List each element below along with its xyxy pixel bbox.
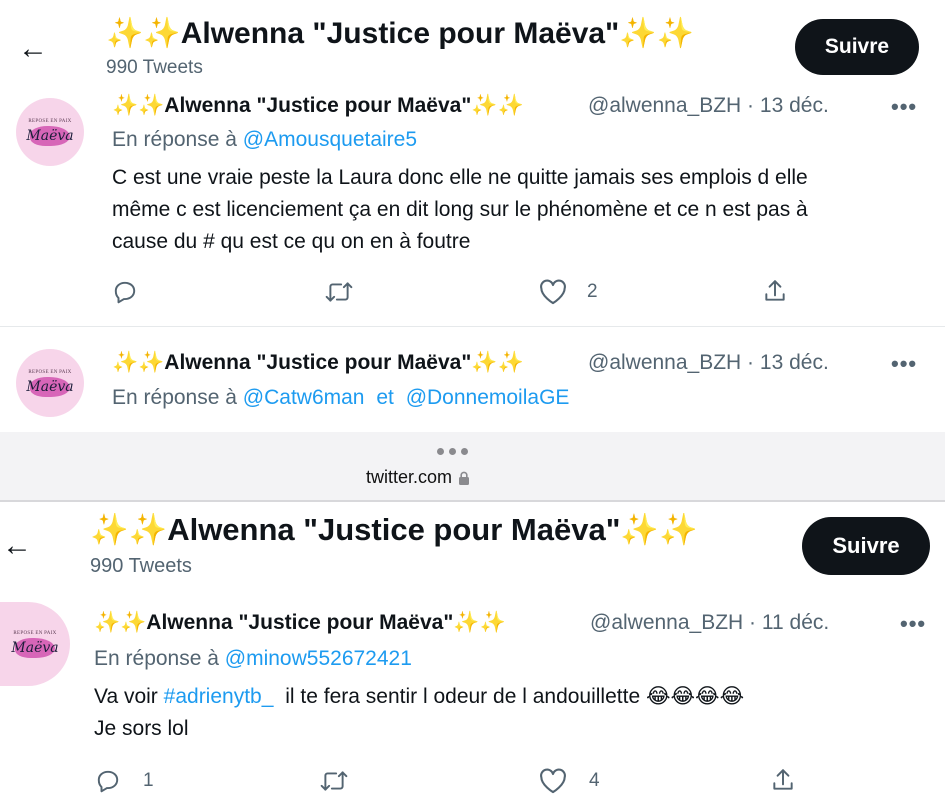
avatar-script: Maëva bbox=[11, 639, 59, 656]
profile-name: ✨✨Alwenna "Justice pour Maëva"✨✨ bbox=[106, 17, 694, 50]
reply-prefix: En réponse à bbox=[112, 386, 237, 409]
avatar-script: Maëva bbox=[26, 127, 74, 144]
tweet-author-name[interactable]: ✨✨Alwenna "Justice pour Maëva"✨✨ bbox=[112, 351, 524, 375]
reply-button[interactable]: 1 bbox=[95, 768, 154, 794]
browser-domain[interactable]: twitter.com bbox=[366, 467, 470, 488]
tweet-text-line: Je sors lol bbox=[94, 717, 189, 740]
hashtag-link[interactable]: #adrienytb_ bbox=[164, 685, 274, 708]
reply-prefix: En réponse à bbox=[112, 128, 237, 151]
browser-menu-dots-icon[interactable] bbox=[437, 448, 468, 455]
like-count: 2 bbox=[587, 281, 598, 302]
like-count: 4 bbox=[589, 770, 600, 791]
reply-connector: et bbox=[376, 386, 394, 409]
tweet-author-name[interactable]: ✨✨Alwenna "Justice pour Maëva"✨✨ bbox=[94, 611, 506, 635]
retweet-button[interactable] bbox=[325, 279, 353, 305]
back-arrow-icon[interactable]: ← bbox=[2, 531, 32, 561]
mention-link[interactable]: @DonnemoilaGE bbox=[406, 386, 570, 409]
tweet-text-pre: Va voir bbox=[94, 685, 158, 708]
retweet-button[interactable] bbox=[320, 768, 348, 794]
avatar-blob: Maëva bbox=[11, 637, 59, 658]
share-button[interactable] bbox=[770, 767, 796, 793]
mention-link[interactable]: @Amousquetaire5 bbox=[243, 128, 417, 151]
reply-prefix: En réponse à bbox=[94, 647, 219, 670]
more-options-icon[interactable]: ••• bbox=[900, 611, 926, 637]
avatar-caption: REPOSE EN PAIX bbox=[28, 369, 72, 375]
share-icon bbox=[773, 769, 793, 790]
tweet-divider bbox=[0, 326, 945, 327]
reply-context: En réponse à @Amousquetaire5 bbox=[112, 128, 417, 152]
avatar[interactable]: REPOSE EN PAIX Maëva bbox=[0, 602, 70, 686]
tweet-count: 990 Tweets bbox=[90, 555, 192, 577]
avatar[interactable]: REPOSE EN PAIX Maëva bbox=[16, 349, 84, 417]
avatar-caption: REPOSE EN PAIX bbox=[13, 630, 57, 636]
back-arrow-icon[interactable]: ← bbox=[18, 34, 48, 64]
retweet-icon bbox=[320, 771, 348, 791]
follow-button[interactable]: Suivre bbox=[795, 19, 919, 75]
reply-icon bbox=[97, 770, 119, 793]
tweet-handle-date[interactable]: @alwenna_BZH · 13 déc. bbox=[588, 94, 829, 118]
reply-context: En réponse à @Catw6man et @DonnemoilaGE bbox=[112, 386, 569, 410]
heart-icon bbox=[540, 768, 566, 794]
avatar-blob: Maëva bbox=[26, 376, 74, 397]
avatar-script: Maëva bbox=[26, 378, 74, 395]
domain-text: twitter.com bbox=[366, 467, 453, 487]
reply-context: En réponse à @minow552672421 bbox=[94, 647, 412, 671]
like-button[interactable]: 4 bbox=[539, 768, 600, 794]
tweet-count: 990 Tweets bbox=[106, 57, 203, 78]
more-options-icon[interactable]: ••• bbox=[891, 351, 917, 377]
tweet-text-post: il te fera sentir l odeur de l andouille… bbox=[285, 685, 745, 708]
tweet-text-line: cause du # qu est ce qu on en à foutre bbox=[112, 230, 471, 253]
follow-button[interactable]: Suivre bbox=[802, 517, 930, 575]
reply-icon bbox=[114, 281, 136, 304]
lock-icon bbox=[459, 471, 470, 485]
tweet-handle-date[interactable]: @alwenna_BZH · 13 déc. bbox=[588, 351, 829, 375]
tweet-author-name[interactable]: ✨✨Alwenna "Justice pour Maëva"✨✨ bbox=[112, 94, 524, 118]
tweet-text-line: Va voir #adrienytb_ il te fera sentir l … bbox=[94, 681, 924, 713]
more-options-icon[interactable]: ••• bbox=[891, 94, 917, 120]
browser-url-bar: twitter.com bbox=[0, 432, 945, 500]
heart-icon bbox=[540, 279, 566, 305]
tweet-text-line: C est une vraie peste la Laura donc elle… bbox=[112, 166, 808, 189]
reply-button[interactable] bbox=[112, 279, 138, 305]
avatar[interactable]: REPOSE EN PAIX Maëva bbox=[16, 98, 84, 166]
tweet-handle-date[interactable]: @alwenna_BZH · 11 déc. bbox=[590, 611, 829, 635]
share-icon bbox=[765, 280, 785, 301]
avatar-caption: REPOSE EN PAIX bbox=[28, 118, 72, 124]
retweet-icon bbox=[325, 282, 353, 302]
mention-link[interactable]: @minow552672421 bbox=[225, 647, 412, 670]
like-button[interactable]: 2 bbox=[539, 279, 598, 305]
avatar-blob: Maëva bbox=[26, 125, 74, 146]
profile-name: ✨✨Alwenna "Justice pour Maëva"✨✨ bbox=[90, 512, 698, 547]
screenshot-seam bbox=[0, 500, 945, 502]
reply-count: 1 bbox=[143, 770, 154, 791]
tweet-text-line: même c est licenciement ça en dit long s… bbox=[112, 198, 808, 221]
mention-link[interactable]: @Catw6man bbox=[243, 386, 365, 409]
tweet-text: C est une vraie peste la Laura donc elle… bbox=[112, 162, 912, 258]
share-button[interactable] bbox=[762, 278, 788, 304]
tweet-text: Va voir #adrienytb_ il te fera sentir l … bbox=[94, 681, 924, 745]
